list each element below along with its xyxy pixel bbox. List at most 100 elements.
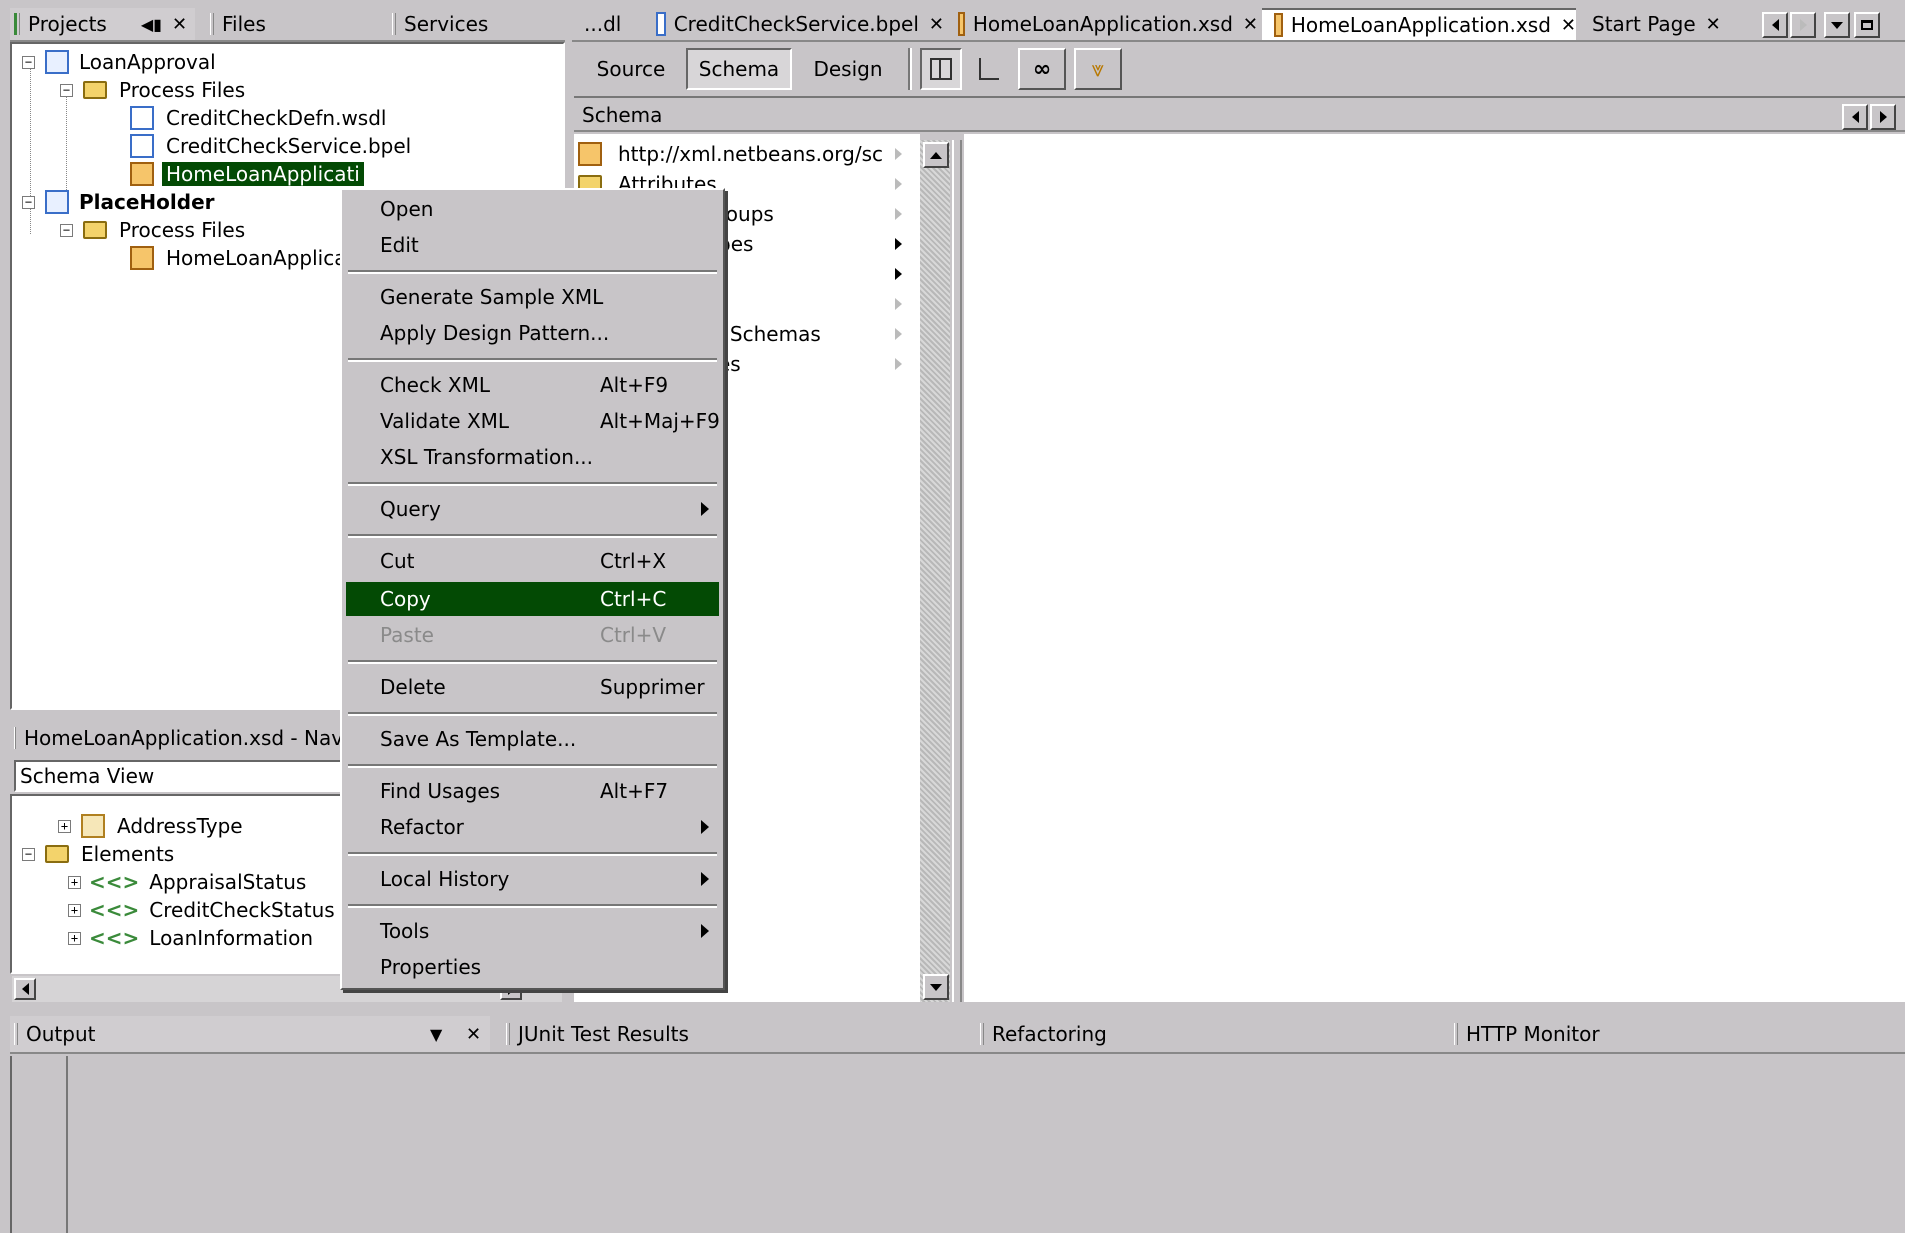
menu-separator: [348, 904, 717, 908]
file-label: HomeLoanApplicati: [162, 162, 364, 186]
close-icon[interactable]: ✕: [466, 1024, 481, 1045]
schema-view-select[interactable]: Schema View: [14, 760, 344, 792]
nav-label: Elements: [81, 842, 175, 866]
editor-tab-label: CreditCheckService.bpel: [673, 12, 919, 36]
menu-item-save-as-template[interactable]: Save As Template...: [346, 724, 719, 754]
menu-label: Delete: [380, 675, 446, 699]
collapse-icon[interactable]: −: [60, 83, 73, 97]
tab-junit[interactable]: JUnit Test Results: [494, 1016, 964, 1052]
file-xsd[interactable]: HomeLoanApplicati: [130, 242, 360, 274]
expand-icon[interactable]: +: [58, 819, 71, 833]
menu-label: Generate Sample XML: [380, 285, 604, 309]
tab-projects[interactable]: Projects ◀▮ ✕: [10, 8, 195, 40]
collapse-icon[interactable]: −: [22, 55, 35, 69]
menu-separator: [348, 534, 717, 538]
source-button[interactable]: Source: [584, 50, 678, 88]
schema-scroll-right-button[interactable]: [1870, 104, 1896, 130]
tab-projects-label: Projects: [28, 12, 107, 36]
expand-icon[interactable]: +: [68, 875, 81, 889]
close-icon[interactable]: ✕: [1706, 14, 1721, 35]
find-button[interactable]: ∞: [1018, 48, 1066, 90]
menu-label: Check XML: [380, 373, 490, 397]
tab-files[interactable]: Files: [198, 8, 378, 40]
menu-item-delete[interactable]: Delete Supprimer: [346, 672, 719, 702]
schema-header: Schema: [574, 100, 1905, 132]
tab-http-label: HTTP Monitor: [1466, 1022, 1600, 1046]
tab-http-monitor[interactable]: HTTP Monitor: [1442, 1016, 1905, 1052]
collapse-icon[interactable]: −: [22, 847, 35, 861]
schema-row[interactable]: http://xml.netbeans.org/sc: [578, 138, 918, 170]
schema-vscrollbar[interactable]: [920, 140, 950, 1002]
arrow-right-icon: [895, 178, 902, 190]
nav-item[interactable]: + <<> LoanInformation: [68, 922, 313, 954]
editor-tab-active[interactable]: HomeLoanApplication.xsd ✕: [1262, 8, 1576, 40]
folder-icon: [83, 221, 107, 239]
close-icon[interactable]: ✕: [929, 14, 944, 35]
editor-tab[interactable]: Start Page ✕: [1580, 8, 1730, 40]
maximize-button[interactable]: [1854, 12, 1880, 38]
menu-item-paste[interactable]: Paste Ctrl+V: [346, 620, 719, 650]
editor-tab[interactable]: ...dl: [572, 8, 642, 40]
collapse-icon[interactable]: −: [60, 223, 73, 237]
schema-scroll-left-button[interactable]: [1842, 104, 1868, 130]
arrow-right-icon: [895, 298, 902, 310]
menu-item-edit[interactable]: Edit: [346, 230, 719, 260]
menu-item-apply-design-pattern[interactable]: Apply Design Pattern...: [346, 318, 719, 348]
close-icon[interactable]: ✕: [172, 14, 187, 35]
nav-label: CreditCheckStatus: [149, 898, 335, 922]
menu-item-cut[interactable]: Cut Ctrl+X: [346, 546, 719, 576]
menu-item-query[interactable]: Query: [346, 494, 719, 524]
file-label: CreditCheckService.bpel: [166, 134, 412, 158]
tab-output[interactable]: Output ▼ ✕: [10, 1016, 490, 1052]
scroll-left-button[interactable]: [14, 978, 36, 1000]
validate-button[interactable]: ⩔: [1074, 48, 1122, 90]
collapse-icon[interactable]: −: [22, 195, 35, 209]
minimize-icon[interactable]: ▼: [430, 1025, 442, 1044]
editor-tab[interactable]: HomeLoanApplication.xsd ✕: [946, 8, 1258, 40]
tabs-scroll-left-button[interactable]: [1762, 12, 1788, 38]
menu-item-tools[interactable]: Tools: [346, 916, 719, 946]
menu-shortcut: Alt+F7: [600, 779, 669, 803]
schema-row-label: http://xml.netbeans.org/sc: [618, 142, 883, 166]
close-icon[interactable]: ✕: [1561, 15, 1576, 36]
tree-view-button[interactable]: [968, 48, 1010, 90]
menu-label: Tools: [380, 919, 430, 943]
columns-icon: [930, 58, 952, 80]
column-divider[interactable]: [952, 140, 962, 1002]
menu-item-xsl-transformation[interactable]: XSL Transformation...: [346, 442, 719, 472]
tab-refactoring-label: Refactoring: [992, 1022, 1107, 1046]
menu-label: Query: [380, 497, 441, 521]
tab-services[interactable]: Services: [380, 8, 565, 40]
tabs-scroll-right-button[interactable]: [1790, 12, 1816, 38]
close-icon[interactable]: ✕: [1243, 14, 1258, 35]
arrow-right-icon: [1879, 111, 1887, 123]
tab-output-label: Output: [26, 1022, 96, 1046]
menu-item-generate-sample-xml[interactable]: Generate Sample XML: [346, 282, 719, 312]
minimize-icon[interactable]: ◀▮: [141, 15, 162, 34]
expand-icon[interactable]: +: [68, 931, 81, 945]
expand-icon[interactable]: +: [68, 903, 81, 917]
design-button[interactable]: Design: [800, 50, 896, 88]
schema-button[interactable]: Schema: [686, 48, 792, 90]
tabs-dropdown-button[interactable]: [1824, 12, 1850, 38]
tab-junit-label: JUnit Test Results: [518, 1022, 689, 1046]
menu-item-find-usages[interactable]: Find Usages Alt+F7: [346, 776, 719, 806]
menu-item-properties[interactable]: Properties: [346, 952, 719, 982]
xsd-file-icon: [130, 246, 154, 270]
tab-navigator[interactable]: HomeLoanApplication.xsd - Naviga: [10, 720, 374, 756]
arrow-right-icon: [1799, 19, 1807, 31]
arrow-right-icon: [895, 208, 902, 220]
column-view-button[interactable]: [920, 48, 962, 90]
scroll-up-button[interactable]: [923, 142, 949, 168]
menu-item-validate-xml[interactable]: Validate XML Alt+Maj+F9: [346, 406, 720, 436]
scroll-down-button[interactable]: [923, 974, 949, 1000]
element-icon: <<>: [89, 898, 140, 922]
editor-tab[interactable]: CreditCheckService.bpel ✕: [644, 8, 944, 40]
menu-item-copy[interactable]: Copy Ctrl+C: [346, 582, 719, 616]
tab-refactoring[interactable]: Refactoring: [968, 1016, 1438, 1052]
menu-item-check-xml[interactable]: Check XML Alt+F9: [346, 370, 719, 400]
menu-item-refactor[interactable]: Refactor: [346, 812, 719, 842]
menu-item-local-history[interactable]: Local History: [346, 864, 719, 894]
bpel-file-icon: [130, 134, 154, 158]
menu-item-open[interactable]: Open: [346, 194, 719, 224]
